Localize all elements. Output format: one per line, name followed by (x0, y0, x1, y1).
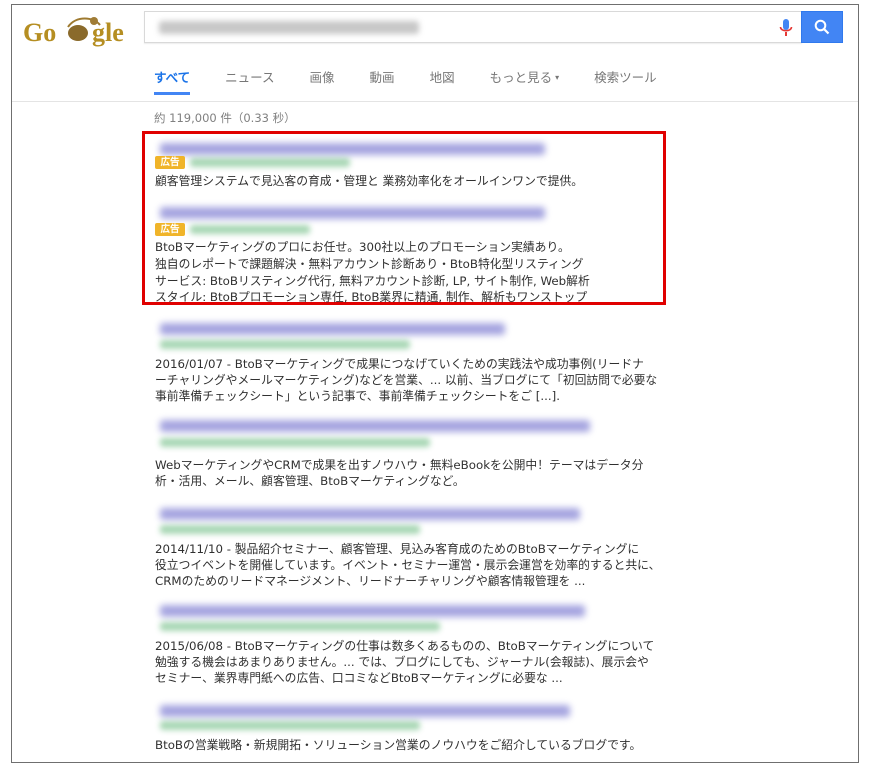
tab-videos[interactable]: 動画 (370, 61, 395, 95)
ad-description: 独自のレポートで課題解決・無料アカウント診断あり・BtoB特化型リスティング (155, 257, 584, 271)
result-snippet: 2014/11/10 - 製品紹介セミナー、顧客管理、見込み客育成のためのBto… (155, 542, 640, 556)
ad-url-blurred (190, 158, 350, 167)
result-snippet: 2015/06/08 - BtoBマーケティングの仕事は数多くあるものの、Bto… (155, 639, 655, 653)
search-tabs: すべて ニュース 画像 動画 地図 もっと見る ▾ 検索ツール (154, 61, 692, 101)
search-icon (814, 19, 830, 35)
ad-sitelinks: スタイル: BtoBプロモーション専任, BtoB業界に精通, 制作、解析もワン… (155, 290, 588, 304)
browser-frame: Go gle すべて ニュース 画像 動画 地図 もっと見る ▾ 検索ツール 約… (11, 4, 859, 763)
result-url-blurred (160, 622, 440, 631)
tab-search-tools[interactable]: 検索ツール (594, 61, 657, 95)
ad-description: BtoBマーケティングのプロにお任せ。300社以上のプロモーション実績あり。 (155, 240, 570, 254)
result-snippet: ーチャリングやメールマーケティング)などを営業、... 以前、当ブログにて「初回… (155, 373, 658, 387)
result-snippet: 勉強する機会はあまりありません。... では、ブログにしても、ジャーナル(会報誌… (155, 655, 649, 669)
google-logo[interactable]: Go gle (20, 11, 142, 51)
search-header: Go gle すべて ニュース 画像 動画 地図 もっと見る ▾ 検索ツール (12, 5, 858, 102)
result-snippet: CRMのためのリードマネージメント、リードナーチャリングや顧客情報管理を ... (155, 574, 586, 588)
result-snippet: 事前準備チェックシート」という記事で、事前準備チェックシートをご [...]. (155, 389, 560, 403)
ad-badge: 広告 (155, 223, 185, 236)
result-snippet: 役立つイベントを開催しています。イベント・セミナー運営・展示会運営を効率的すると… (155, 558, 661, 572)
mic-icon[interactable] (779, 19, 793, 37)
result-title-blurred[interactable] (160, 323, 505, 335)
svg-text:Go: Go (23, 18, 56, 47)
doodle-icon (68, 25, 88, 41)
result-title-blurred[interactable] (160, 605, 585, 617)
result-url-blurred (160, 525, 420, 534)
result-snippet: セミナー、業界専門紙への広告、口コミなどBtoBマーケティングに必要な ... (155, 671, 563, 685)
search-input[interactable] (144, 11, 802, 43)
result-snippet: WebマーケティングやCRMで成果を出すノウハウ・無料eBookを公開中！テーマ… (155, 458, 644, 472)
result-title-blurred[interactable] (160, 420, 590, 432)
result-title-blurred[interactable] (160, 705, 570, 717)
tab-news[interactable]: ニュース (225, 61, 274, 95)
tab-more[interactable]: もっと見る ▾ (490, 61, 560, 95)
ad-title-blurred[interactable] (160, 207, 545, 219)
result-snippet: 2016/01/07 - BtoBマーケティングで成果につなげていくための実践法… (155, 357, 644, 371)
search-button[interactable] (801, 11, 843, 43)
result-url-blurred (160, 721, 420, 730)
result-snippet: BtoBの営業戦略・新規開拓・ソリューション営業のノウハウをご紹介しているブログ… (155, 738, 642, 752)
ad-url-blurred (190, 225, 310, 234)
ad-title-blurred[interactable] (160, 143, 545, 155)
tab-maps[interactable]: 地図 (430, 61, 455, 95)
search-query-blurred (159, 21, 419, 34)
result-stats: 約 119,000 件（0.33 秒） (154, 111, 296, 125)
result-title-blurred[interactable] (160, 508, 580, 520)
chevron-down-icon: ▾ (555, 73, 560, 82)
ad-sitelinks: サービス: BtoBリスティング代行, 無料アカウント診断, LP, サイト制作… (155, 274, 590, 288)
tab-all[interactable]: すべて (154, 61, 191, 95)
result-url-blurred (160, 340, 410, 349)
result-snippet: 析・活用、メール、顧客管理、BtoBマーケティングなど。 (155, 474, 465, 488)
result-url-blurred (160, 438, 430, 447)
ad-badge: 広告 (155, 156, 185, 169)
tab-images[interactable]: 画像 (310, 61, 335, 95)
ad-description: 顧客管理システムで見込客の育成・管理と 業務効率化をオールインワンで提供。 (155, 174, 584, 188)
